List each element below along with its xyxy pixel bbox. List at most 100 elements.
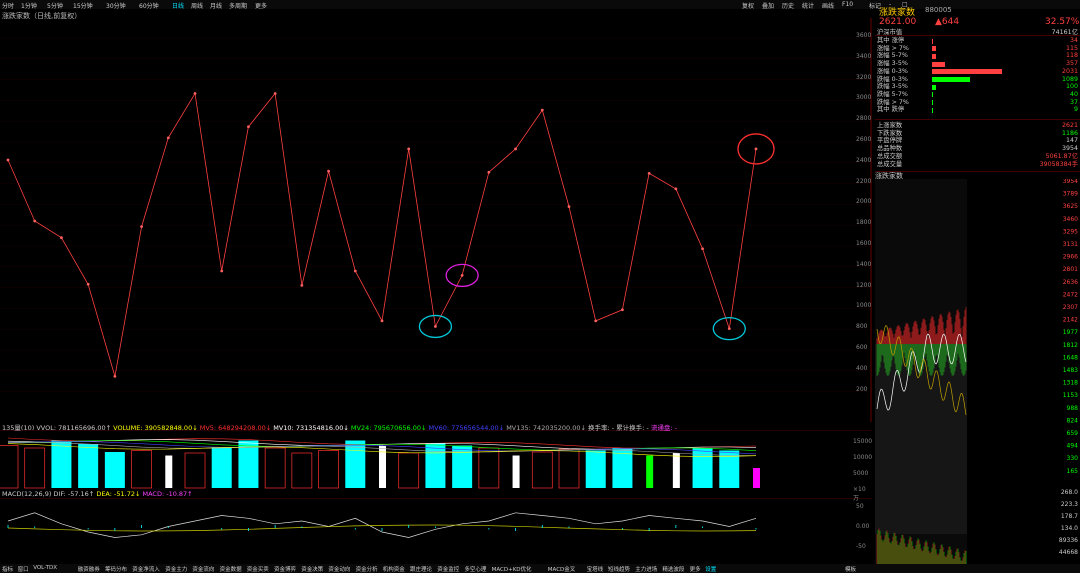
indicator-tab-23[interactable]: 精选波段 [662, 565, 684, 573]
volume-bar [131, 450, 152, 489]
period-tab-10[interactable]: 更多 [255, 1, 267, 10]
mini-axis2-label: 223.3 [1061, 501, 1078, 508]
macd-legend-item: MACD(12,26,9) DIF: -57.16↑ [2, 490, 97, 498]
indicator-tab-17[interactable]: 多空心理 [464, 565, 486, 573]
data-point [487, 170, 491, 174]
indicator-tab-25[interactable]: 设置 [705, 565, 716, 573]
indicator-tab-15[interactable]: 跟庄理论 [410, 565, 432, 573]
tool-item-5[interactable]: F10 [842, 1, 853, 8]
volume-bar [165, 455, 173, 488]
breadth-bar [932, 77, 970, 82]
period-tab-9[interactable]: 多周期 [229, 1, 247, 10]
period-tab-6[interactable]: 日线 [172, 1, 184, 10]
tool-item-3[interactable]: 统计 [802, 1, 814, 10]
stat-label: 总成交量 [877, 160, 903, 168]
breadth-row: 其中 跌停 9 [875, 106, 1080, 114]
breadth-bar [932, 38, 934, 44]
index-code: 880005 [925, 6, 952, 14]
indicator-tab-11[interactable]: 资金决策 [301, 565, 323, 573]
breadth-value: 357 [1065, 60, 1078, 68]
data-point [460, 274, 464, 277]
mini-axis-label: 3625 [1063, 203, 1078, 210]
period-tab-5[interactable]: 60分钟 [139, 1, 159, 10]
axis-tick: 2800 [856, 115, 872, 123]
breadth-bar [932, 69, 1002, 75]
data-point [220, 269, 224, 273]
data-point [113, 374, 117, 378]
volume-bar [51, 440, 72, 488]
mini-axis-label: 2472 [1063, 291, 1078, 298]
tool-item-0[interactable]: 复权 [742, 1, 754, 10]
indicator-tab-13[interactable]: 资金分析 [356, 565, 378, 573]
index-pct: 32.57% [1045, 17, 1080, 27]
main-chart[interactable] [0, 18, 872, 422]
indicator-tab-14[interactable]: 机构资金 [383, 565, 405, 573]
indicator-tab-2[interactable]: VOL-TDX [33, 565, 57, 571]
indicator-tab-0[interactable]: 指标 [2, 565, 13, 573]
mini-axis-label: 1812 [1063, 342, 1078, 349]
axis-tick: 1800 [856, 219, 872, 227]
indicator-tab-9[interactable]: 资金买卖 [247, 565, 269, 573]
mini-axis-label: 3295 [1063, 228, 1078, 235]
indicator-tab-6[interactable]: 资金主力 [165, 565, 187, 573]
data-point [701, 247, 704, 251]
stat-value: 147 [1065, 137, 1078, 145]
indicator-tab-4[interactable]: 筹码分布 [105, 565, 127, 573]
breadth-value: 2031 [1061, 67, 1078, 75]
mini-axis2-label: 89336 [1059, 537, 1078, 544]
indicator-tab-24[interactable]: 更多 [690, 565, 701, 573]
indicator-tab-20[interactable]: 宝塔线 [587, 565, 604, 573]
breadth-value: 100 [1065, 83, 1078, 91]
stat-row: 总成交额 5061.87亿 [875, 153, 1080, 161]
period-tab-1[interactable]: 1分钟 [21, 1, 37, 10]
mini-axis-label: 1483 [1063, 367, 1078, 374]
indicator-tab-5[interactable]: 资金净流入 [132, 565, 160, 573]
breadth-label: 涨幅 3-5% [877, 60, 908, 68]
axis-tick: 2400 [856, 156, 872, 164]
mini-chart[interactable]: 3954 3789 3625 3460 3295 3131 2966 2801 2636 2472… [875, 179, 1080, 564]
volume-bar [264, 447, 286, 489]
tool-item-1[interactable]: 叠加 [762, 1, 774, 10]
macd-chart[interactable] [0, 498, 872, 558]
tool-item-2[interactable]: 历史 [782, 1, 794, 10]
indicator-tab-19[interactable]: MACD金叉 [548, 565, 576, 573]
mini-axis-label: 494 [1067, 443, 1079, 450]
breadth-label: 跌幅 3-5% [877, 83, 908, 91]
volume-chart[interactable] [0, 430, 872, 490]
indicator-tab-22[interactable]: 主力进场 [635, 565, 657, 573]
mini-axis-label: 2142 [1063, 317, 1078, 324]
tool-item-4[interactable]: 画线 [822, 1, 834, 10]
indicator-tab-1[interactable]: 窗口 [18, 565, 29, 573]
mini-axis-label: 2636 [1063, 279, 1078, 286]
axis-tick: 400 [856, 364, 868, 372]
breadth-bar [932, 61, 945, 67]
period-tab-7[interactable]: 周线 [191, 1, 203, 10]
template-button[interactable]: 模板 [845, 565, 856, 573]
breadth-value: 115 [1065, 44, 1078, 52]
data-point [621, 308, 624, 312]
market-cap-label: 沪深市值 [877, 29, 903, 36]
period-tab-4[interactable]: 30分钟 [106, 1, 126, 10]
period-tab-8[interactable]: 月线 [210, 1, 222, 10]
data-point [60, 236, 63, 240]
data-point [647, 171, 651, 175]
mini-axis2-label: 134.0 [1061, 525, 1078, 532]
indicator-tab-12[interactable]: 资金动向 [328, 565, 350, 573]
stat-value: 5061.87亿 [1045, 152, 1078, 160]
breadth-value: 34 [1069, 37, 1078, 44]
period-tab-2[interactable]: 5分钟 [47, 1, 63, 10]
mini-axis-label: 3131 [1063, 241, 1078, 248]
period-tab-3[interactable]: 15分钟 [73, 1, 93, 10]
volume-bar [425, 443, 446, 488]
breadth-row: 跌幅 > 7% 37 [875, 99, 1080, 107]
indicator-tab-3[interactable]: 融资融券 [78, 565, 100, 573]
indicator-tab-21[interactable]: 短线趋势 [608, 565, 630, 573]
indicator-tab-10[interactable]: 资金博弈 [274, 565, 296, 573]
indicator-tab-7[interactable]: 资金流向 [192, 565, 214, 573]
axis-tick: 3400 [856, 52, 872, 60]
indicator-tab-18[interactable]: MACD+KD优化 [492, 565, 532, 573]
indicator-tab-16[interactable]: 资金监控 [437, 565, 459, 573]
indicator-tab-8[interactable]: 资金数据 [220, 565, 242, 573]
stat-row: 平盘停牌 147 [875, 137, 1080, 145]
period-tab-0[interactable]: 分时 [2, 1, 14, 10]
